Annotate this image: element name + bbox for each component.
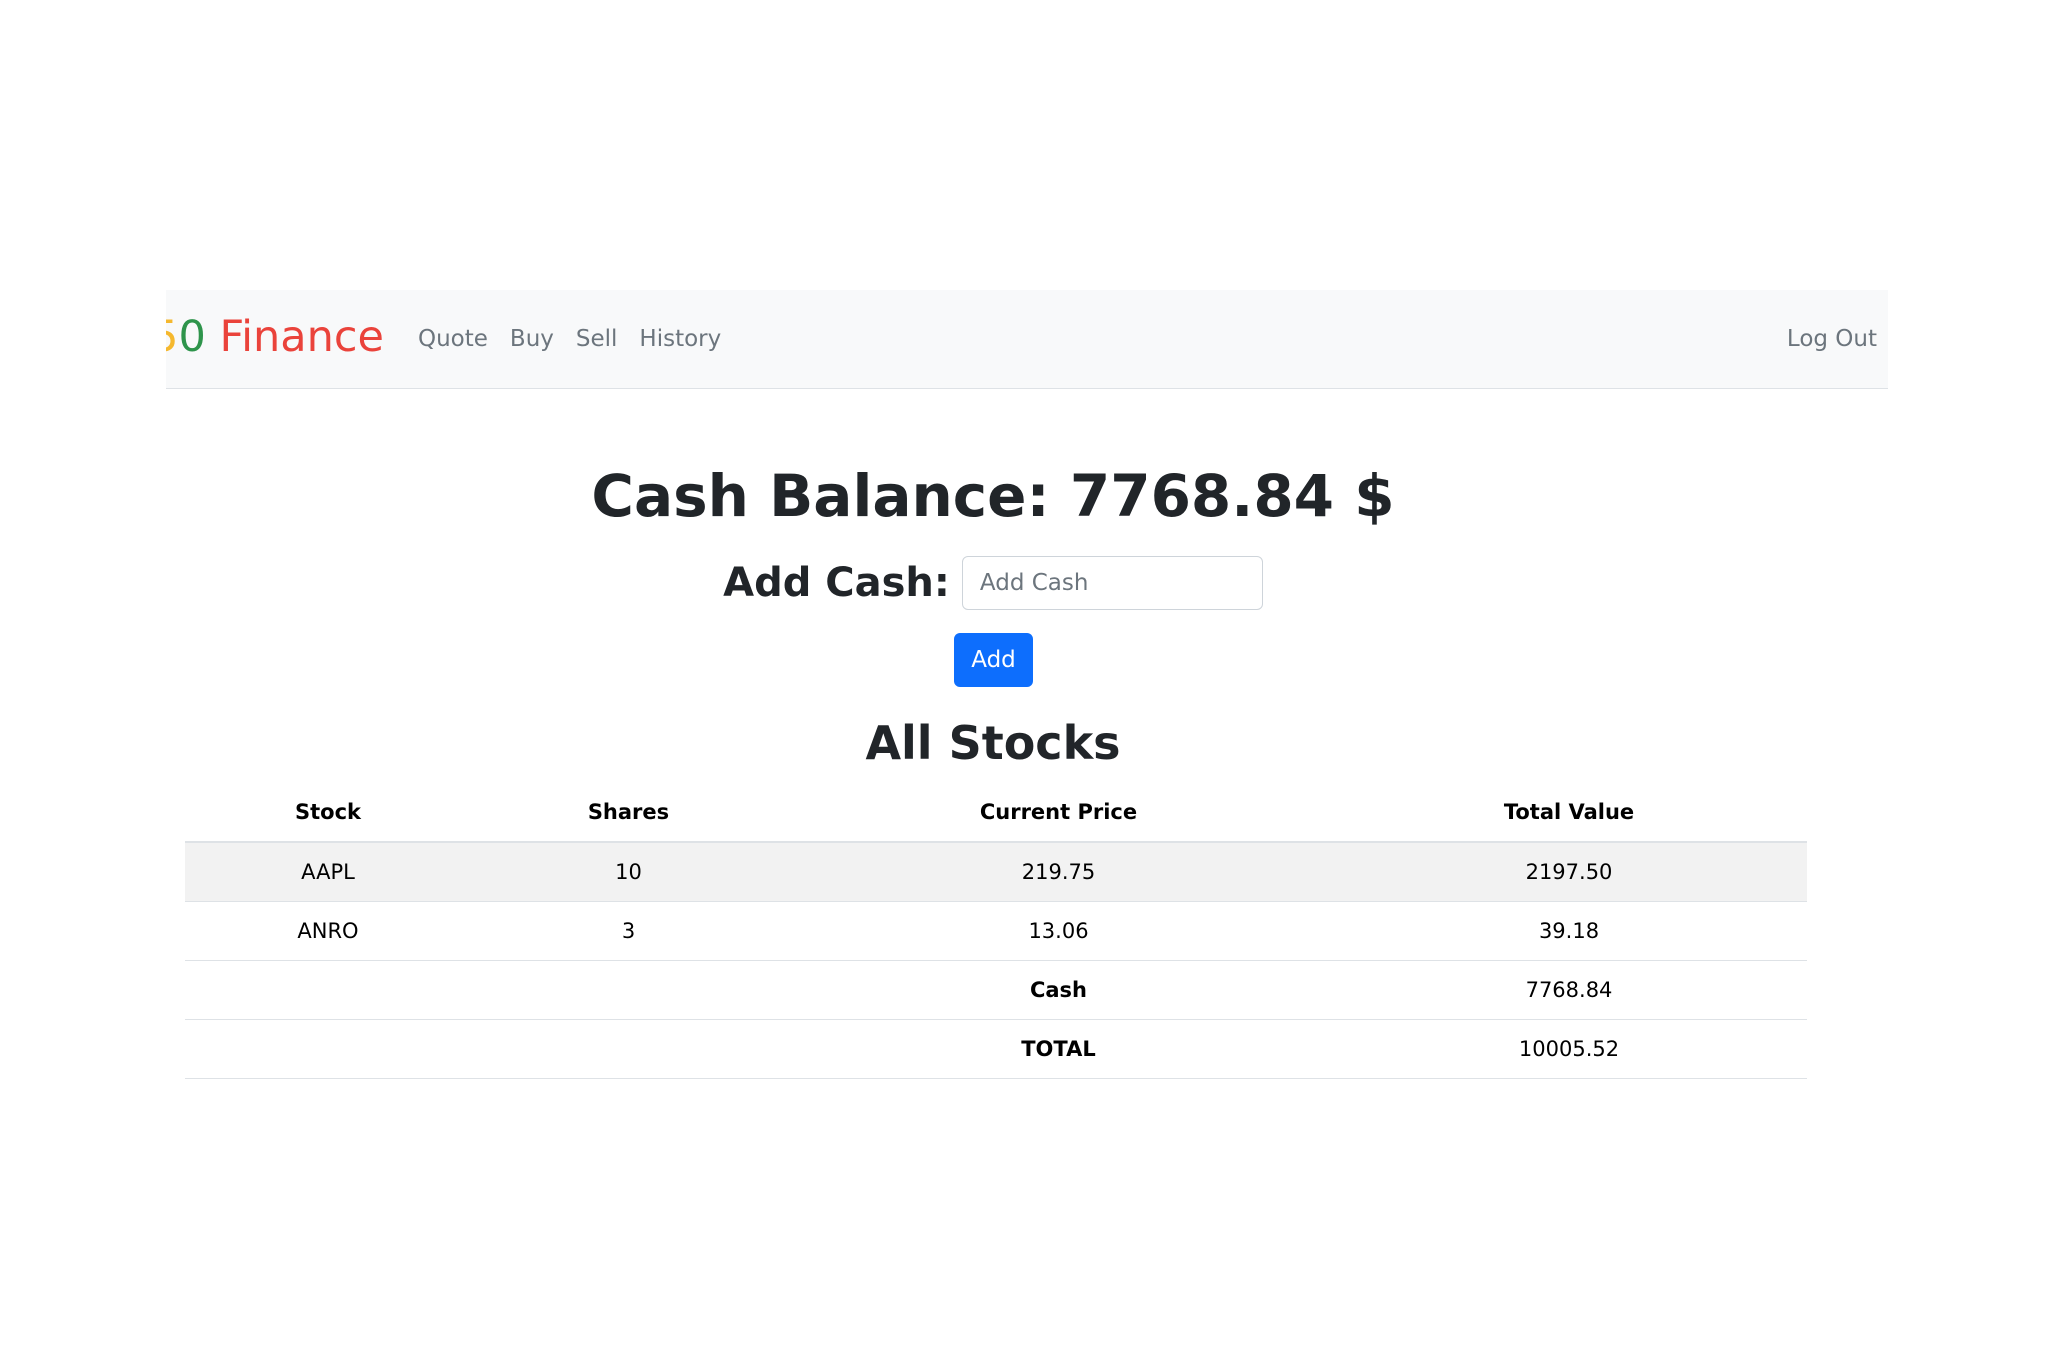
stocks-table: Stock Shares Current Price Total Value A… bbox=[185, 783, 1807, 1079]
cell-shares: 10 bbox=[471, 842, 786, 902]
brand-logo[interactable]: CS50 Finance bbox=[166, 312, 384, 362]
nav-link-history[interactable]: History bbox=[628, 326, 732, 352]
cell-empty bbox=[471, 960, 786, 1020]
cell-stock: ANRO bbox=[185, 901, 471, 961]
brand-container: CS50 Finance bbox=[166, 290, 384, 388]
cell-empty bbox=[471, 1019, 786, 1079]
column-header-total-value: Total Value bbox=[1331, 783, 1807, 843]
cash-row: Cash 7768.84 bbox=[185, 960, 1807, 1020]
cell-total: 2197.50 bbox=[1331, 842, 1807, 902]
total-row: TOTAL 10005.52 bbox=[185, 1019, 1807, 1079]
cell-price: 219.75 bbox=[786, 842, 1331, 902]
total-row-value: 10005.52 bbox=[1331, 1019, 1807, 1079]
cash-row-value: 7768.84 bbox=[1331, 960, 1807, 1020]
nav-links: Quote Buy Sell History bbox=[407, 290, 732, 388]
brand-digit-5: 5 bbox=[166, 312, 178, 362]
logout-link[interactable]: Log Out bbox=[1776, 326, 1888, 352]
add-cash-button[interactable]: Add bbox=[954, 633, 1033, 687]
cell-stock: AAPL bbox=[185, 842, 471, 902]
column-header-current-price: Current Price bbox=[786, 783, 1331, 843]
cell-shares: 3 bbox=[471, 901, 786, 961]
brand-finance-text: Finance bbox=[205, 312, 384, 362]
cell-total: 39.18 bbox=[1331, 901, 1807, 961]
table-row: AAPL 10 219.75 2197.50 bbox=[185, 842, 1807, 902]
nav-link-quote[interactable]: Quote bbox=[407, 326, 499, 352]
cash-row-label: Cash bbox=[786, 960, 1331, 1020]
all-stocks-heading: All Stocks bbox=[865, 716, 1121, 770]
cell-empty bbox=[185, 1019, 471, 1079]
nav-link-sell[interactable]: Sell bbox=[565, 326, 629, 352]
cell-empty bbox=[185, 960, 471, 1020]
add-cash-form: Add Cash: bbox=[0, 555, 1986, 611]
total-row-label: TOTAL bbox=[786, 1019, 1331, 1079]
nav-right: Log Out bbox=[1776, 290, 1888, 388]
add-cash-input[interactable] bbox=[961, 556, 1263, 610]
column-header-shares: Shares bbox=[471, 783, 786, 843]
add-cash-label: Add Cash: bbox=[723, 560, 950, 606]
navbar: CS50 Finance Quote Buy Sell History Log … bbox=[166, 290, 1888, 389]
cell-price: 13.06 bbox=[786, 901, 1331, 961]
brand-digit-0: 0 bbox=[178, 312, 206, 362]
table-header-row: Stock Shares Current Price Total Value bbox=[185, 783, 1807, 843]
table-row: ANRO 3 13.06 39.18 bbox=[185, 901, 1807, 961]
nav-link-buy[interactable]: Buy bbox=[499, 326, 565, 352]
column-header-stock: Stock bbox=[185, 783, 471, 843]
cash-balance-heading: Cash Balance: 7768.84 $ bbox=[591, 462, 1395, 530]
